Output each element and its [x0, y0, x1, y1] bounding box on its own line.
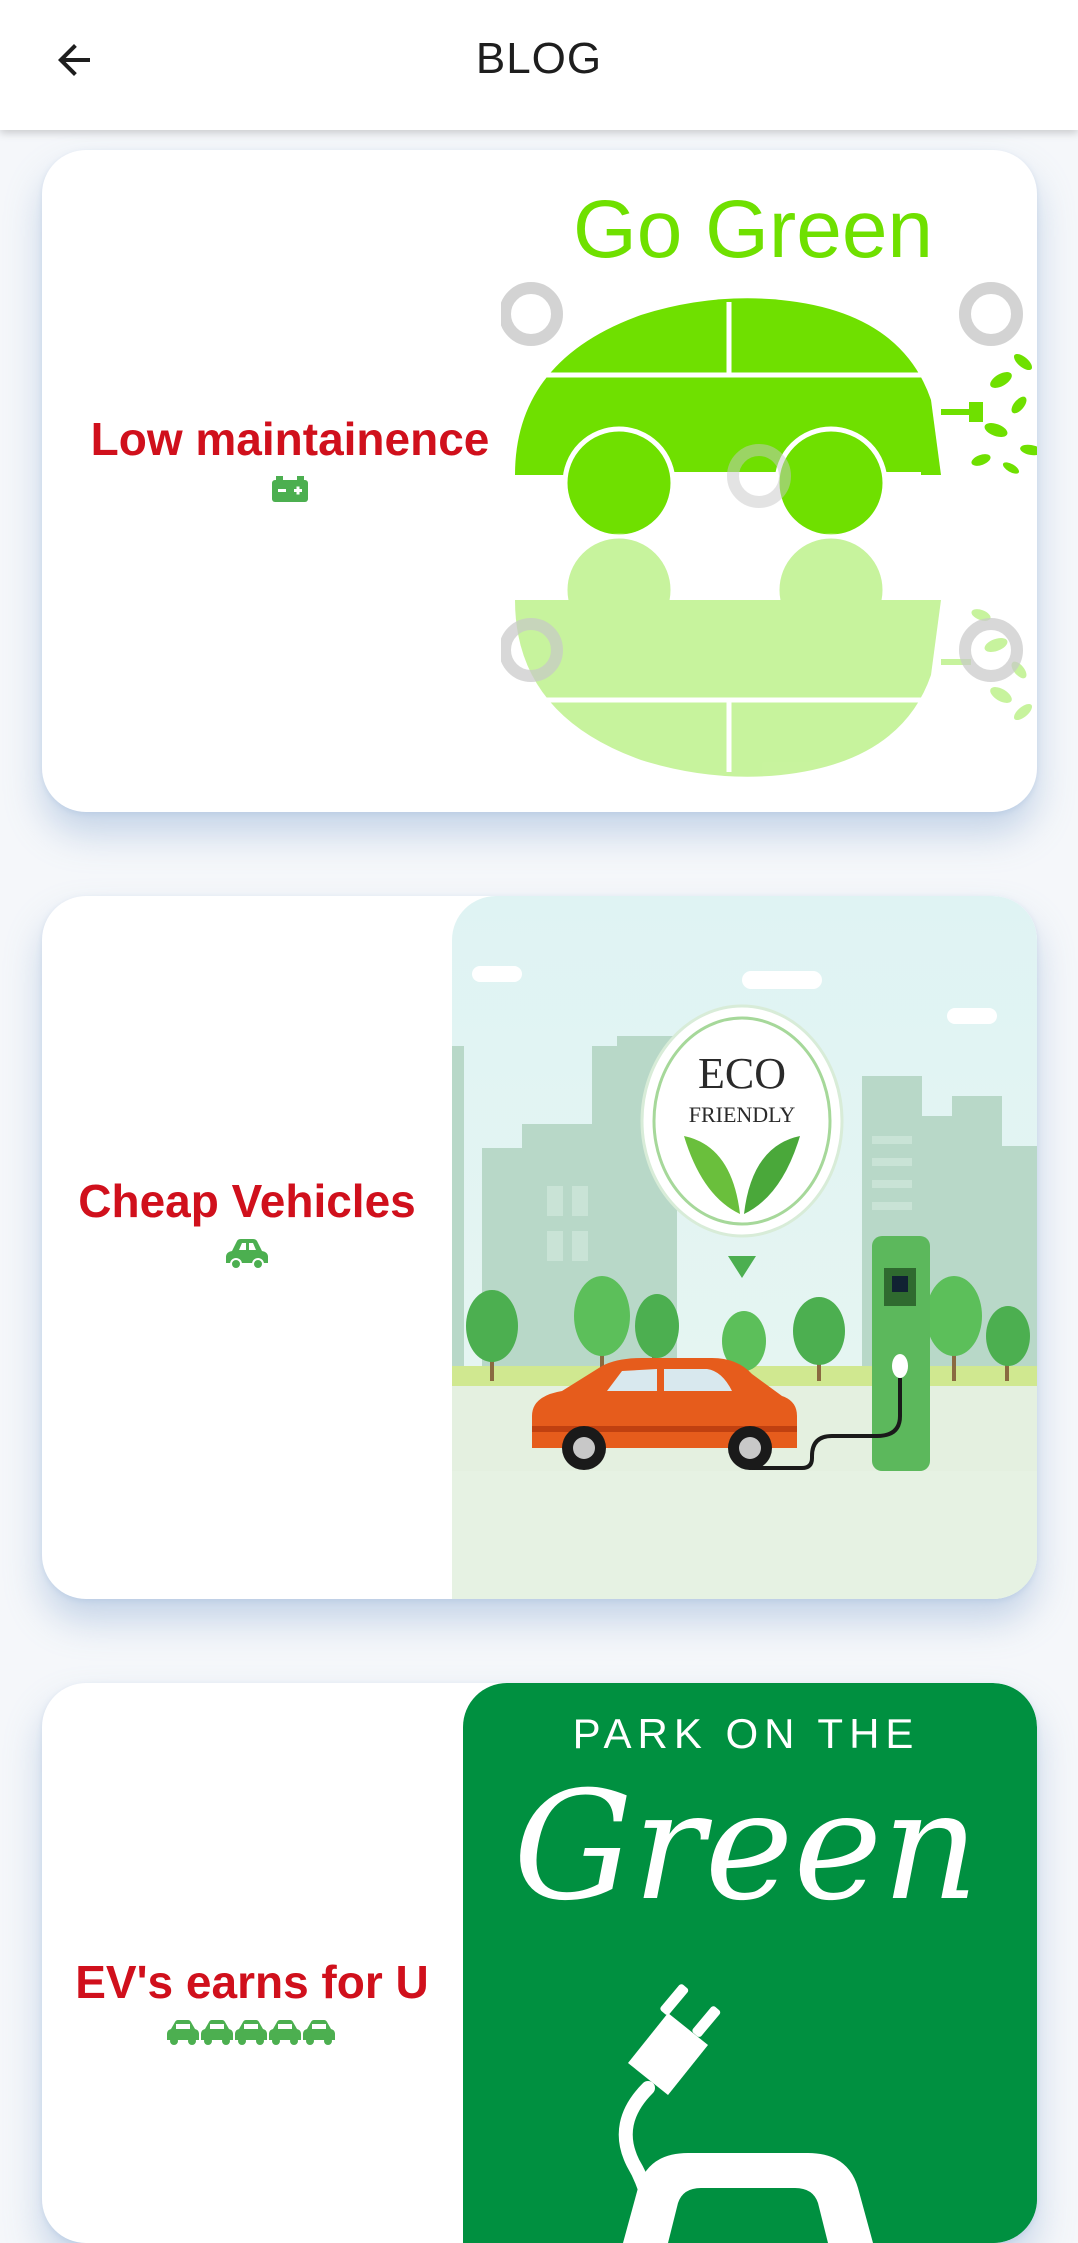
- go-green-image: Go Green: [501, 150, 1037, 812]
- eco-friendly-image: ECO FRIENDLY: [452, 896, 1037, 1599]
- card-title: Cheap Vehicles: [78, 1175, 416, 1227]
- park-on-the-green-image: PARK ON THE Green: [463, 1683, 1037, 2243]
- poster-line-1: PARK ON THE: [573, 1710, 920, 1757]
- blog-card-cheap-vehicles[interactable]: Cheap Vehicles ECO FRIENDLY: [42, 896, 1037, 1599]
- badge-line-1: ECO: [698, 1049, 786, 1098]
- blog-card-ev-earns[interactable]: EV's earns for U PARK ON THE Green: [42, 1683, 1037, 2243]
- card-title: Low maintainence: [90, 413, 490, 465]
- blog-card-low-maintenance[interactable]: Low maintainence Go Green: [42, 150, 1037, 812]
- card-text: Low maintainence: [42, 412, 538, 502]
- card-text: EV's earns for U: [42, 1955, 462, 2047]
- image-heading: Go Green: [573, 184, 933, 275]
- battery-icon: [272, 476, 308, 502]
- app-bar: BLOG: [0, 0, 1078, 130]
- car-icon: [224, 1238, 270, 1270]
- badge-line-2: FRIENDLY: [689, 1102, 796, 1127]
- poster-line-2: Green: [513, 1760, 979, 1934]
- cars-row-icon: [166, 2019, 338, 2047]
- card-title: EV's earns for U: [75, 1956, 429, 2008]
- card-text: Cheap Vehicles: [42, 1174, 452, 1270]
- page-title: BLOG: [475, 34, 603, 83]
